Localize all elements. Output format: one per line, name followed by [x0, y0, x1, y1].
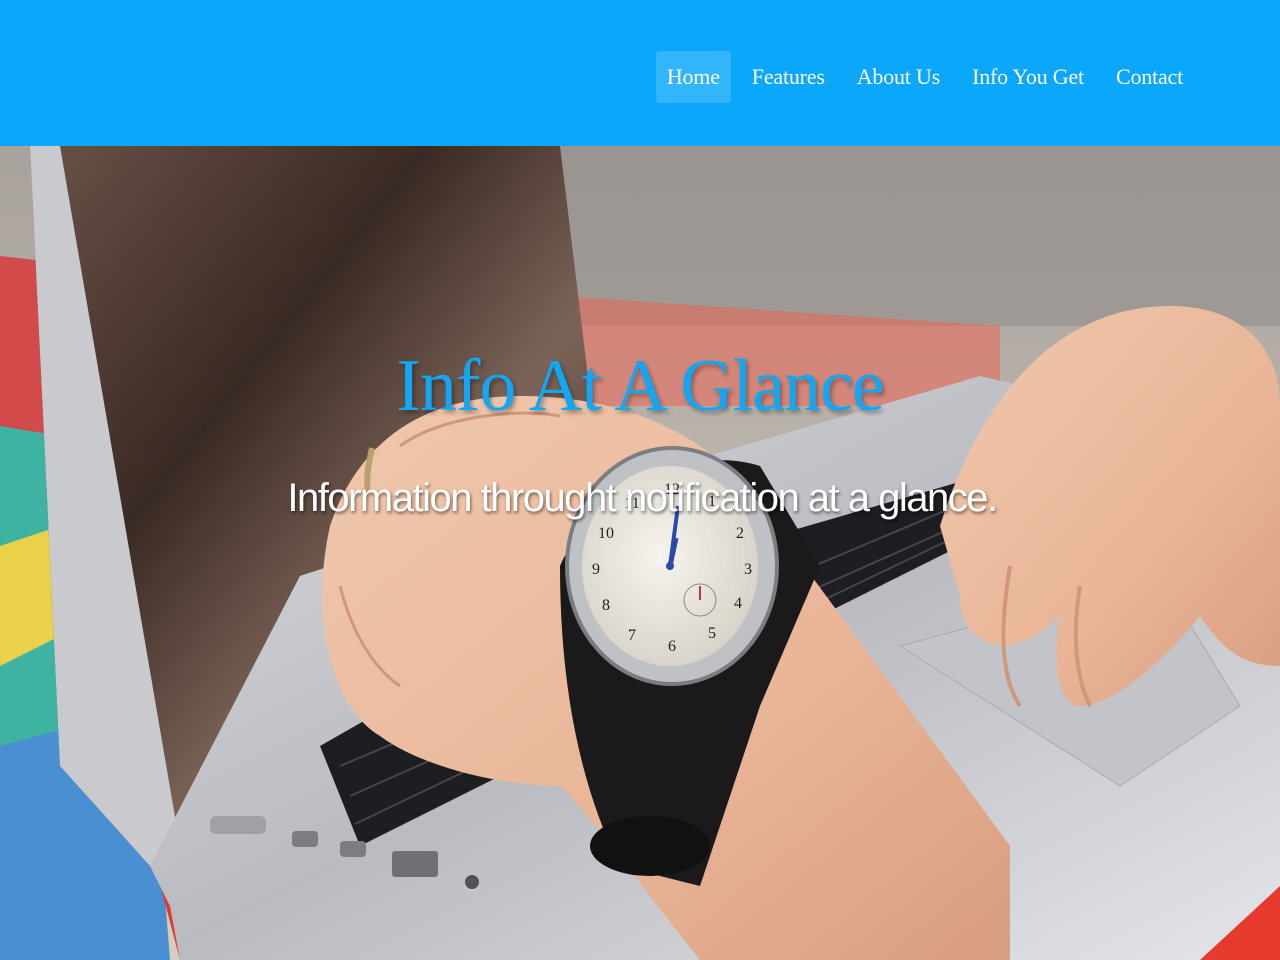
nav-item-home[interactable]: Home — [655, 51, 731, 103]
svg-text:6: 6 — [668, 638, 676, 655]
hero-title: Info At A Glance — [396, 345, 885, 427]
nav-item-features[interactable]: Features — [741, 51, 836, 103]
hero-subtitle: Information throught notification at a g… — [287, 476, 998, 520]
svg-text:8: 8 — [602, 597, 610, 614]
svg-text:7: 7 — [628, 627, 636, 644]
svg-text:2: 2 — [736, 525, 744, 542]
hero-section: 12 1 2 3 4 5 6 7 8 9 10 11 Info At A Gla… — [0, 146, 1280, 960]
nav-item-info-you-get[interactable]: Info You Get — [961, 51, 1095, 103]
hero-background-image: 12 1 2 3 4 5 6 7 8 9 10 11 — [0, 146, 1280, 960]
svg-text:10: 10 — [598, 525, 614, 542]
svg-text:4: 4 — [734, 595, 742, 612]
nav-item-about-us[interactable]: About Us — [846, 51, 951, 103]
nav-item-contact[interactable]: Contact — [1105, 51, 1194, 103]
svg-text:9: 9 — [592, 561, 600, 578]
svg-text:3: 3 — [744, 561, 752, 578]
top-navbar: Home Features About Us Info You Get Cont… — [0, 0, 1280, 146]
svg-text:5: 5 — [708, 625, 716, 642]
main-nav: Home Features About Us Info You Get Cont… — [655, 51, 1194, 103]
